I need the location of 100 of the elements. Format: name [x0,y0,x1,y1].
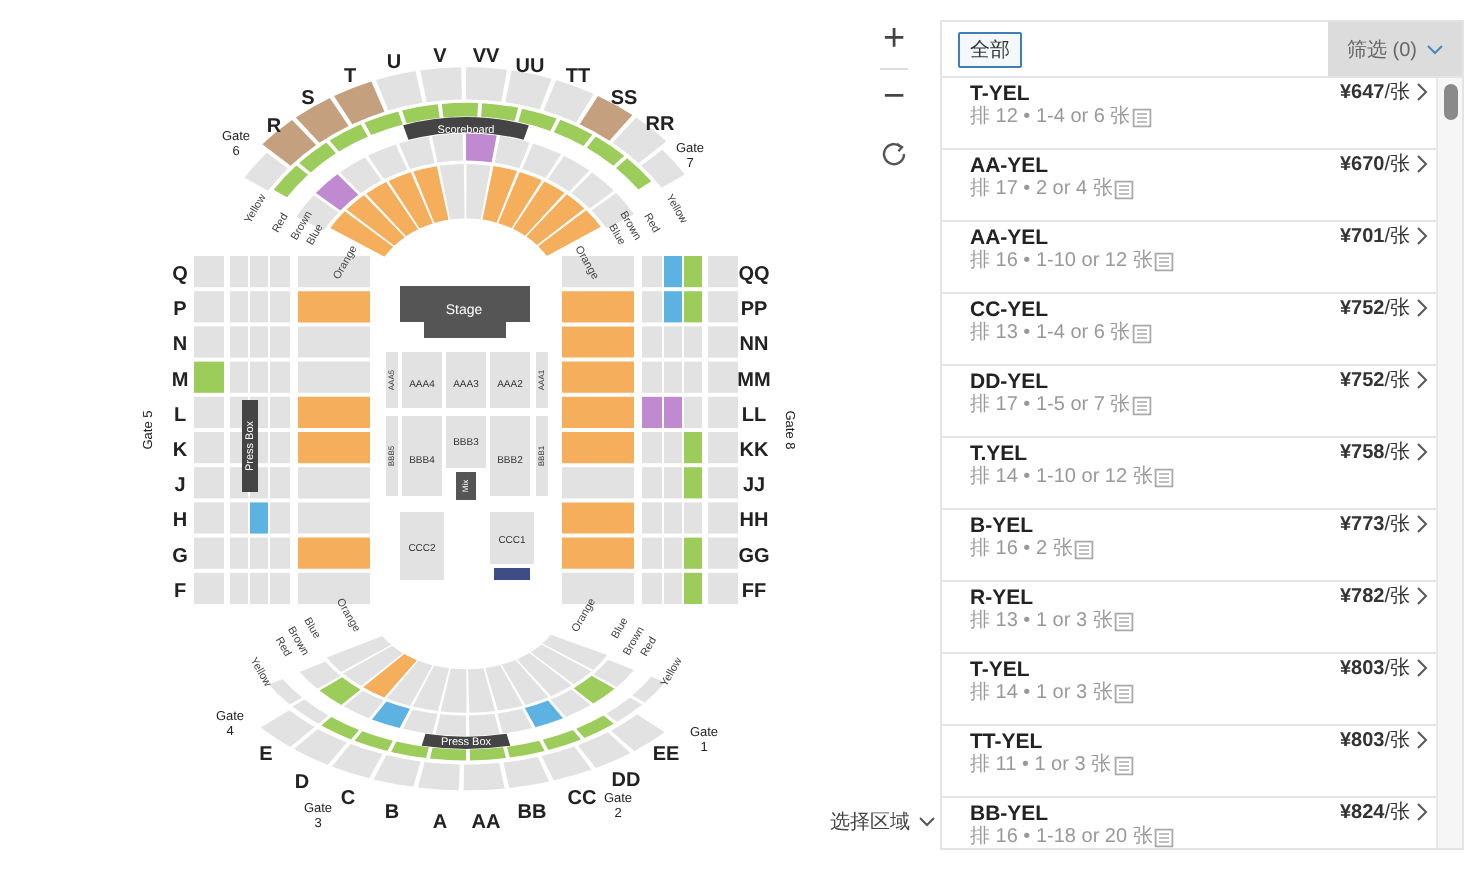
section-label: N [172,334,188,357]
section-label: S [301,88,315,110]
seat-section[interactable] [430,747,466,761]
image-icon [1114,612,1135,632]
section-name: R-YEL [970,586,1035,610]
section-label: J [174,475,186,498]
image-icon [1132,108,1153,128]
section-label: BB [517,802,547,824]
row-detail: 排 17 • 2 or 4 张 [970,178,1113,202]
seat-section[interactable] [398,136,435,169]
section-label: KK [739,440,769,462]
chevron-right-icon [1416,82,1428,102]
section-label: D [294,772,310,794]
price-label: ¥701/张 [1339,226,1410,250]
chevron-right-icon [1416,442,1428,462]
row-detail: 排 14 • 1 or 3 张 [970,682,1113,706]
chevron-down-icon [918,816,936,828]
row-detail: 排 16 • 1-10 or 12 张 [970,250,1153,274]
section-label: AA [471,812,501,834]
chevron-right-icon [1416,586,1428,606]
zoom-in-button[interactable]: + [876,20,912,60]
section-label: HH [739,510,769,533]
price-label: ¥670/张 [1339,154,1410,178]
seat-section[interactable] [391,741,429,758]
seat-section[interactable] [469,747,506,761]
section-name: AA-YEL [970,154,1051,178]
price-label: ¥803/张 [1339,730,1410,754]
section-label: L [173,404,187,427]
section-label: DD [611,770,641,792]
seat-section[interactable] [481,103,519,122]
row-detail: 排 14 • 1-10 or 12 张 [970,466,1153,490]
seat-section[interactable] [518,108,557,131]
section-label: V [433,46,447,68]
area-select-dropdown[interactable]: 选择区域 [830,808,936,836]
image-icon [1154,252,1175,272]
image-icon [1114,684,1135,704]
section-label: C [340,788,356,810]
section-label: QQ [738,264,770,286]
section-name: BB-YEL [970,802,1051,826]
price-label: ¥647/张 [1339,82,1410,106]
section-name: AA-YEL [970,226,1051,250]
section-label: CC [567,788,597,810]
section-label: M [171,369,189,392]
seat-section[interactable] [441,102,479,118]
rotate-icon [878,138,910,170]
stage-block [400,286,530,338]
seat-section[interactable] [494,135,530,169]
all-filter-button[interactable]: 全部 [958,31,1022,67]
chevron-right-icon [1416,154,1428,174]
seat-section[interactable] [402,104,440,124]
row-detail: 排 16 • 1-18 or 20 张 [970,826,1153,848]
scrollbar-thumb[interactable] [1443,84,1457,120]
section-label: F [173,580,187,603]
section-label: T [343,66,357,88]
section-label: UU [515,56,545,78]
row-detail: 排 13 • 1 or 3 张 [970,610,1113,634]
seat-section[interactable] [506,740,545,758]
row-detail: 排 16 • 2 张 [970,538,1073,562]
image-icon [1114,180,1135,200]
price-label: ¥824/张 [1339,802,1410,826]
section-label: GG [738,545,770,568]
chevron-right-icon [1416,730,1428,750]
chevron-right-icon [1416,514,1428,534]
section-label: G [172,545,188,568]
price-label: ¥752/张 [1339,298,1410,322]
reset-view-button[interactable] [878,138,910,170]
section-label: Q [172,264,188,286]
filter-button[interactable]: 筛选 (0) [1328,22,1462,76]
section-label: RR [645,114,675,136]
section-label: FF [741,580,767,603]
image-icon [1074,540,1095,560]
section-label: JJ [742,475,766,498]
image-icon [1113,756,1134,776]
zoom-out-button[interactable]: − [876,78,912,118]
camera-platform [494,568,530,580]
price-label: ¥782/张 [1339,586,1410,610]
chevron-down-icon [1425,43,1443,55]
section-label: NN [739,334,769,357]
row-detail: 排 11 • 1 or 3 张 [970,754,1112,778]
chevron-right-icon [1416,370,1428,390]
image-icon [1154,828,1175,848]
seat-section[interactable] [262,120,317,166]
section-label: K [172,440,188,462]
chevron-right-icon [1416,802,1428,822]
section-label: TT [565,66,591,88]
price-label: ¥752/张 [1339,370,1410,394]
section-label: A [432,812,448,834]
image-icon [1154,468,1175,488]
image-icon [1132,396,1153,416]
section-label: LL [741,404,767,427]
price-label: ¥803/张 [1339,658,1410,682]
image-icon [1132,324,1153,344]
chevron-right-icon [1416,658,1428,678]
section-label: EE [652,744,680,766]
section-label: PP [740,299,768,322]
section-label: E [259,744,273,766]
row-detail: 排 13 • 1-4 or 6 张 [970,322,1131,346]
section-label: P [173,299,187,322]
chevron-right-icon [1416,226,1428,246]
section-name: B-YEL [970,514,1035,538]
